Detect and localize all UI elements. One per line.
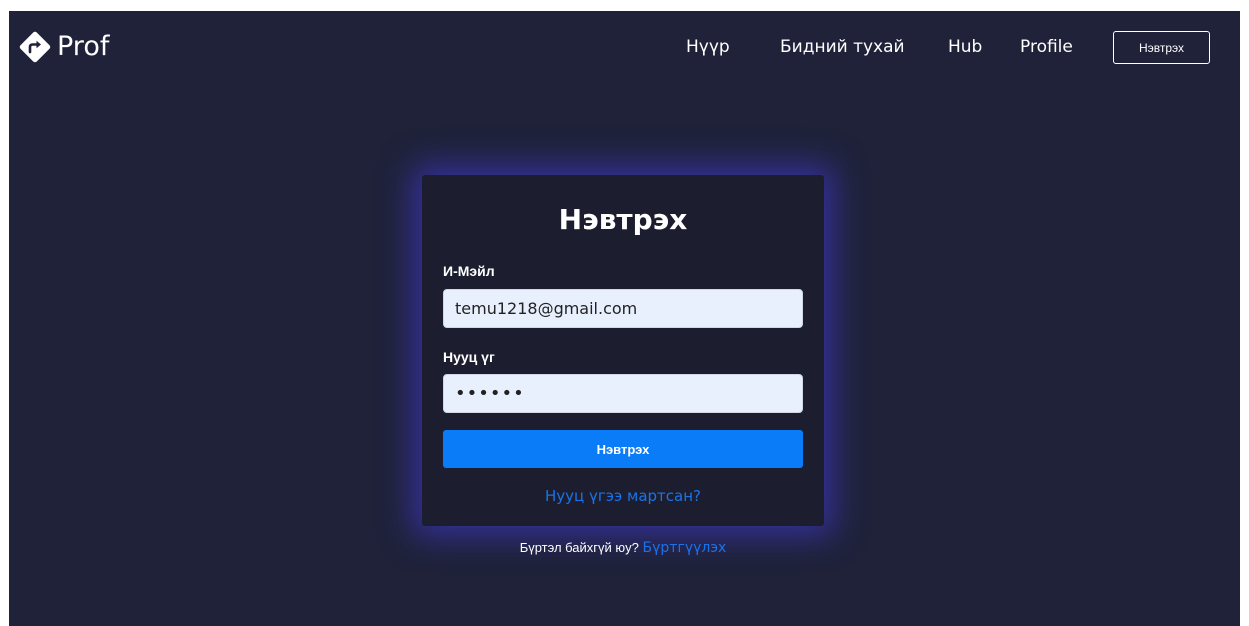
signup-prompt: Бүртэл байхгүй юу? (519, 540, 639, 555)
nav-link-hub[interactable]: Hub (948, 32, 982, 62)
password-label: Нууц үг (443, 349, 495, 365)
forgot-password-link[interactable]: Нууц үгээ мартсан? (422, 485, 824, 507)
email-field[interactable] (443, 289, 803, 328)
login-card: Нэвтрэх И-Мэйл Нууц үг Нэвтрэх Нууц үгээ… (422, 175, 824, 526)
login-title: Нэвтрэх (558, 203, 688, 236)
nav-link-profile[interactable]: Profile (1020, 32, 1073, 62)
nav-link-about[interactable]: Бидний тухай (780, 32, 905, 62)
nav-login-button[interactable]: Нэвтрэх (1113, 31, 1210, 64)
signup-link[interactable]: Бүртгүүлэх (643, 540, 727, 556)
login-submit-button[interactable]: Нэвтрэх (443, 430, 803, 468)
main-nav: Нүүр Бидний тухай Hub Profile (9, 32, 1240, 62)
password-field[interactable] (443, 374, 803, 413)
email-label: И-Мэйл (443, 263, 495, 279)
signup-row: Бүртэл байхгүй юу? Бүртгүүлэх (422, 537, 824, 559)
nav-link-home[interactable]: Нүүр (686, 32, 730, 62)
app-window: Prof Нүүр Бидний тухай Hub Profile Нэвтр… (9, 11, 1240, 626)
